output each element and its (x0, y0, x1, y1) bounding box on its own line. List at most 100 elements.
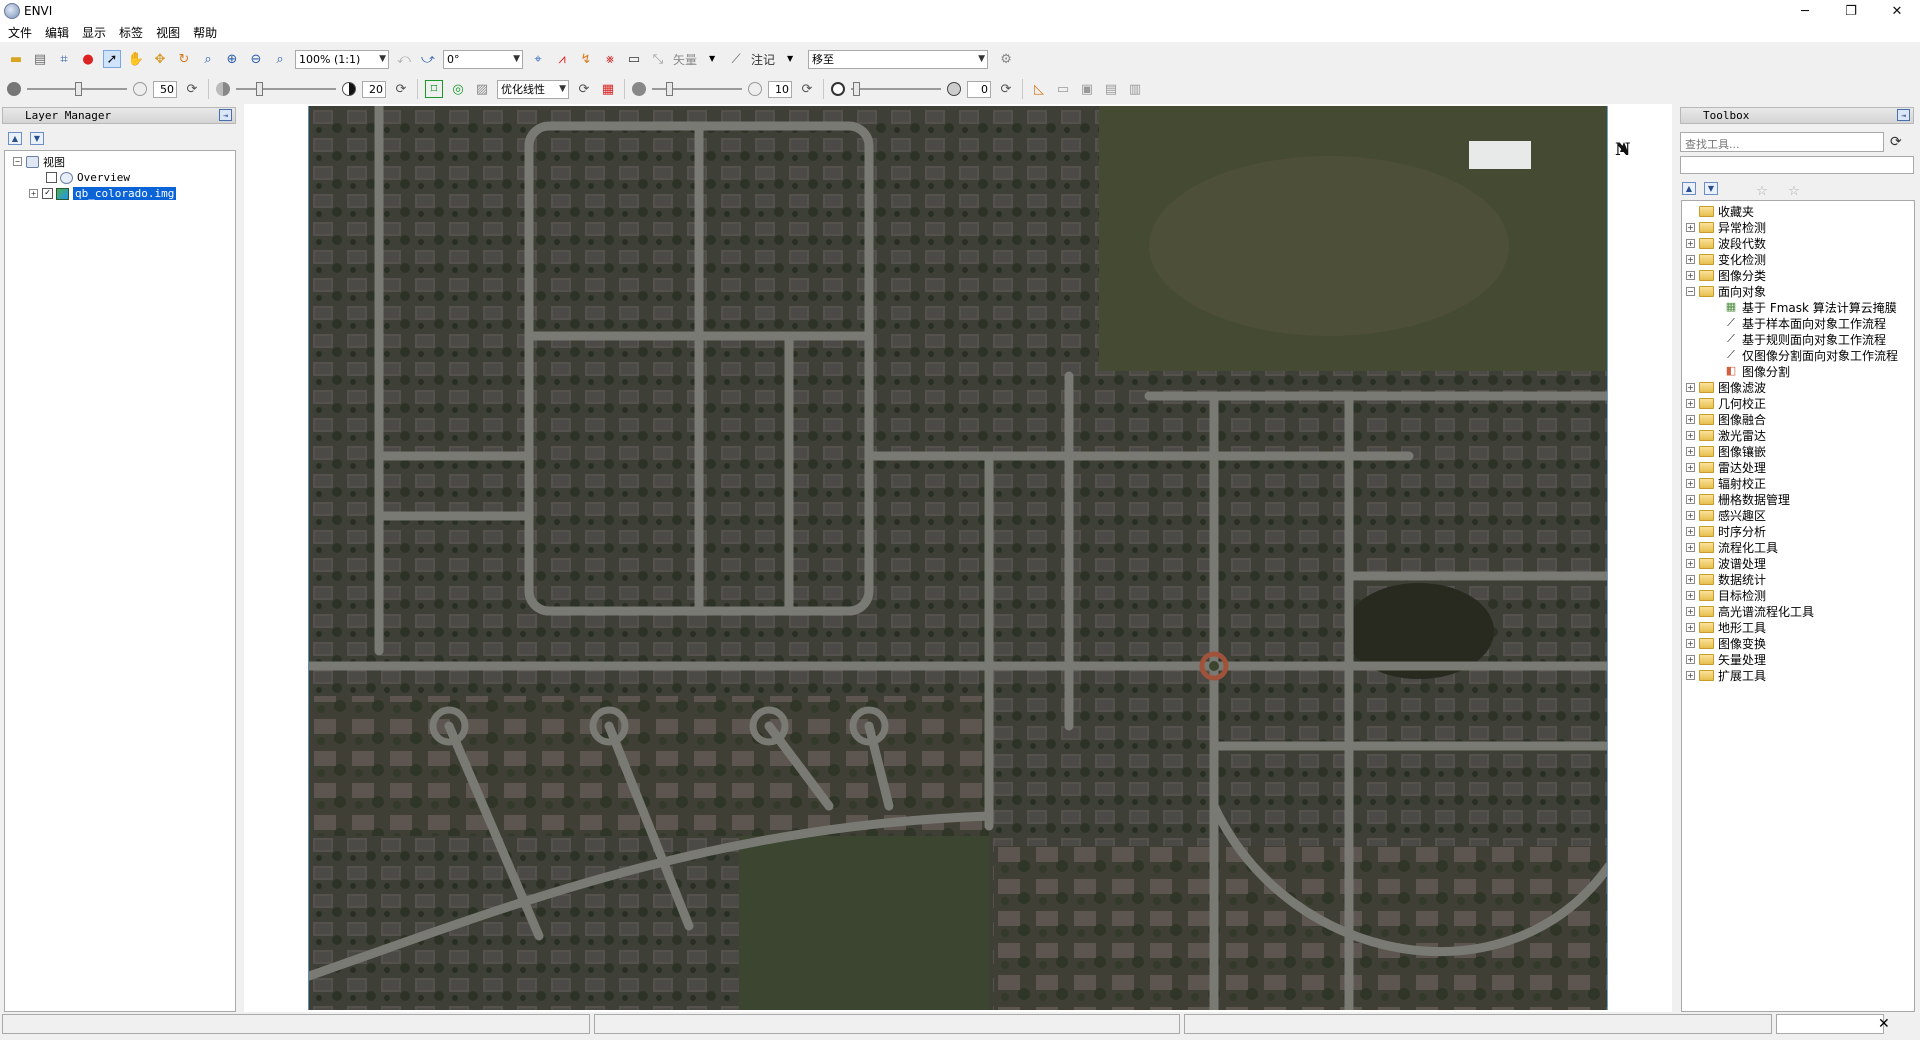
open-folder-icon[interactable]: ▬ (7, 50, 25, 68)
expand-icon[interactable]: + (1686, 495, 1695, 504)
tree-folder[interactable]: + 栅格数据管理 (1686, 492, 1790, 507)
add-favorite-icon[interactable]: ☆ (1753, 182, 1771, 200)
expand-icon[interactable]: + (1686, 447, 1695, 456)
layer-item-image[interactable]: + ✓ qb_colorado.img (29, 186, 177, 201)
expand-icon[interactable]: + (29, 189, 38, 198)
menu-file[interactable]: 文件 (4, 24, 41, 41)
refresh-icon[interactable]: ⟳ (1890, 134, 1902, 150)
tree-folder[interactable]: − 面向对象 (1686, 284, 1766, 299)
tree-folder[interactable]: + 变化检测 (1686, 252, 1766, 267)
data-manager-icon[interactable]: ▤ (31, 50, 49, 68)
expand-all-icon[interactable]: ▲ (1682, 182, 1696, 195)
collapse-icon[interactable]: − (1686, 287, 1695, 296)
reset-icon[interactable]: ⟳ (997, 80, 1015, 98)
menu-edit[interactable]: 编辑 (41, 24, 78, 41)
overview-checkbox[interactable] (46, 172, 57, 183)
expand-icon[interactable]: + (1686, 511, 1695, 520)
expand-icon[interactable]: + (1686, 575, 1695, 584)
menu-help[interactable]: 帮助 (189, 24, 226, 41)
blend-icon[interactable]: ▣ (1078, 80, 1096, 98)
gear-icon[interactable]: ⚙ (997, 50, 1015, 68)
menu-label[interactable]: 标签 (115, 24, 152, 41)
vector-icon[interactable]: ⤡ (649, 50, 667, 68)
expand-icon[interactable]: + (1686, 671, 1695, 680)
reset-icon[interactable]: ⟳ (798, 80, 816, 98)
cancel-process-icon[interactable]: ✕ (1878, 1016, 1890, 1032)
pin-panel-icon[interactable]: ⇥ (219, 109, 232, 121)
tree-folder[interactable]: + 图像分类 (1686, 268, 1766, 283)
zoom-in-icon[interactable]: ⊕ (223, 50, 241, 68)
tree-folder[interactable]: + 辐射校正 (1686, 476, 1766, 491)
tree-folder[interactable]: + 感兴趣区 (1686, 508, 1766, 523)
annotation-button[interactable]: 注记 (751, 51, 775, 68)
remove-favorite-icon[interactable]: ☆ (1785, 182, 1803, 200)
toolbox-history[interactable] (1680, 156, 1914, 174)
swipe-icon[interactable]: ◺ (1030, 80, 1048, 98)
tree-tool-item[interactable]: ◧ 图像分割 (1724, 364, 1790, 380)
menu-view[interactable]: 视图 (152, 24, 189, 41)
tree-folder[interactable]: + 目标检测 (1686, 588, 1766, 603)
contrast-slider[interactable] (236, 80, 336, 98)
tree-folder[interactable]: + 图像滤波 (1686, 380, 1766, 395)
expand-icon[interactable]: + (1686, 623, 1695, 632)
tree-tool-item[interactable]: ⟋ 仅图像分割面向对象工作流程 (1724, 348, 1898, 364)
reset-icon[interactable]: ⟳ (392, 80, 410, 98)
expand-icon[interactable]: + (1686, 543, 1695, 552)
move-up-icon[interactable]: ▲ (8, 132, 22, 145)
toolbox-search-input[interactable]: 查找工具... (1680, 132, 1884, 152)
tree-folder[interactable]: + 矢量处理 (1686, 652, 1766, 667)
zoom-fit-icon[interactable]: ⌕ (271, 50, 289, 68)
expand-icon[interactable]: + (1686, 463, 1695, 472)
satellite-image[interactable] (308, 106, 1608, 1010)
close-button[interactable]: ✕ (1874, 0, 1920, 22)
collapse-icon[interactable]: − (13, 157, 22, 166)
sharpen-value[interactable]: 10 (768, 80, 792, 98)
annotation-icon[interactable]: ⟋ (727, 50, 745, 68)
tree-folder[interactable]: + 图像镶嵌 (1686, 444, 1766, 459)
zoom-out-icon[interactable]: ⊖ (247, 50, 265, 68)
cursor-value-icon[interactable]: ⌖ (529, 50, 547, 68)
tree-folder[interactable]: + 扩展工具 (1686, 668, 1766, 683)
fly-icon[interactable]: ✥ (151, 50, 169, 68)
tree-folder[interactable]: + 异常检测 (1686, 220, 1766, 235)
tree-folder[interactable]: + 时序分析 (1686, 524, 1766, 539)
reset-icon[interactable]: ⟳ (575, 80, 593, 98)
contrast-value[interactable]: 20 (362, 80, 386, 98)
pin-panel-icon[interactable]: ⇥ (1897, 109, 1910, 121)
menu-display[interactable]: 显示 (78, 24, 115, 41)
stretch-icon[interactable]: ▨ (473, 80, 491, 98)
tree-folder[interactable]: + 地形工具 (1686, 620, 1766, 635)
zoom-combo[interactable]: 100% (1:1) ▼ (295, 49, 389, 69)
pan-hand-icon[interactable]: ✋ (127, 50, 145, 68)
tree-tool-item[interactable]: ▦ 基于 Fmask 算法计算云掩膜 (1724, 300, 1897, 316)
expand-icon[interactable]: + (1686, 383, 1695, 392)
pin-icon[interactable]: ● (79, 50, 97, 68)
image-checkbox[interactable]: ✓ (42, 188, 53, 199)
tree-folder[interactable]: + 雷达处理 (1686, 460, 1766, 475)
rotation-combo[interactable]: 0° ▼ (443, 49, 523, 69)
tree-folder[interactable]: + 波谱处理 (1686, 556, 1766, 571)
expand-icon[interactable]: + (1686, 655, 1695, 664)
expand-icon[interactable]: + (1686, 607, 1695, 616)
crop-icon[interactable]: ⌗ (55, 50, 73, 68)
sharpen-slider[interactable] (652, 80, 742, 98)
expand-icon[interactable]: + (1686, 479, 1695, 488)
cursor-icon[interactable]: ➚ (103, 50, 121, 68)
expand-icon[interactable]: + (1686, 431, 1695, 440)
transparency-value[interactable]: 0 (967, 80, 991, 98)
tree-folder[interactable]: + 波段代数 (1686, 236, 1766, 251)
chevron-down-icon[interactable]: ▼ (781, 50, 799, 68)
rotate-left-icon[interactable]: ⤺ (395, 50, 413, 68)
brightness-slider[interactable] (27, 80, 127, 98)
expand-icon[interactable]: + (1686, 239, 1695, 248)
chip-icon[interactable]: ◎ (449, 80, 467, 98)
rotate-right-icon[interactable]: ⤻ (419, 50, 437, 68)
expand-icon[interactable]: + (1686, 223, 1695, 232)
expand-icon[interactable]: + (1686, 559, 1695, 568)
tree-folder[interactable]: + 图像融合 (1686, 412, 1766, 427)
vector-button[interactable]: 矢量 (673, 51, 697, 68)
compare-icon[interactable]: ▤ (1102, 80, 1120, 98)
collapse-all-icon[interactable]: ▼ (1704, 182, 1718, 195)
expand-icon[interactable]: + (1686, 415, 1695, 424)
expand-icon[interactable]: + (1686, 639, 1695, 648)
